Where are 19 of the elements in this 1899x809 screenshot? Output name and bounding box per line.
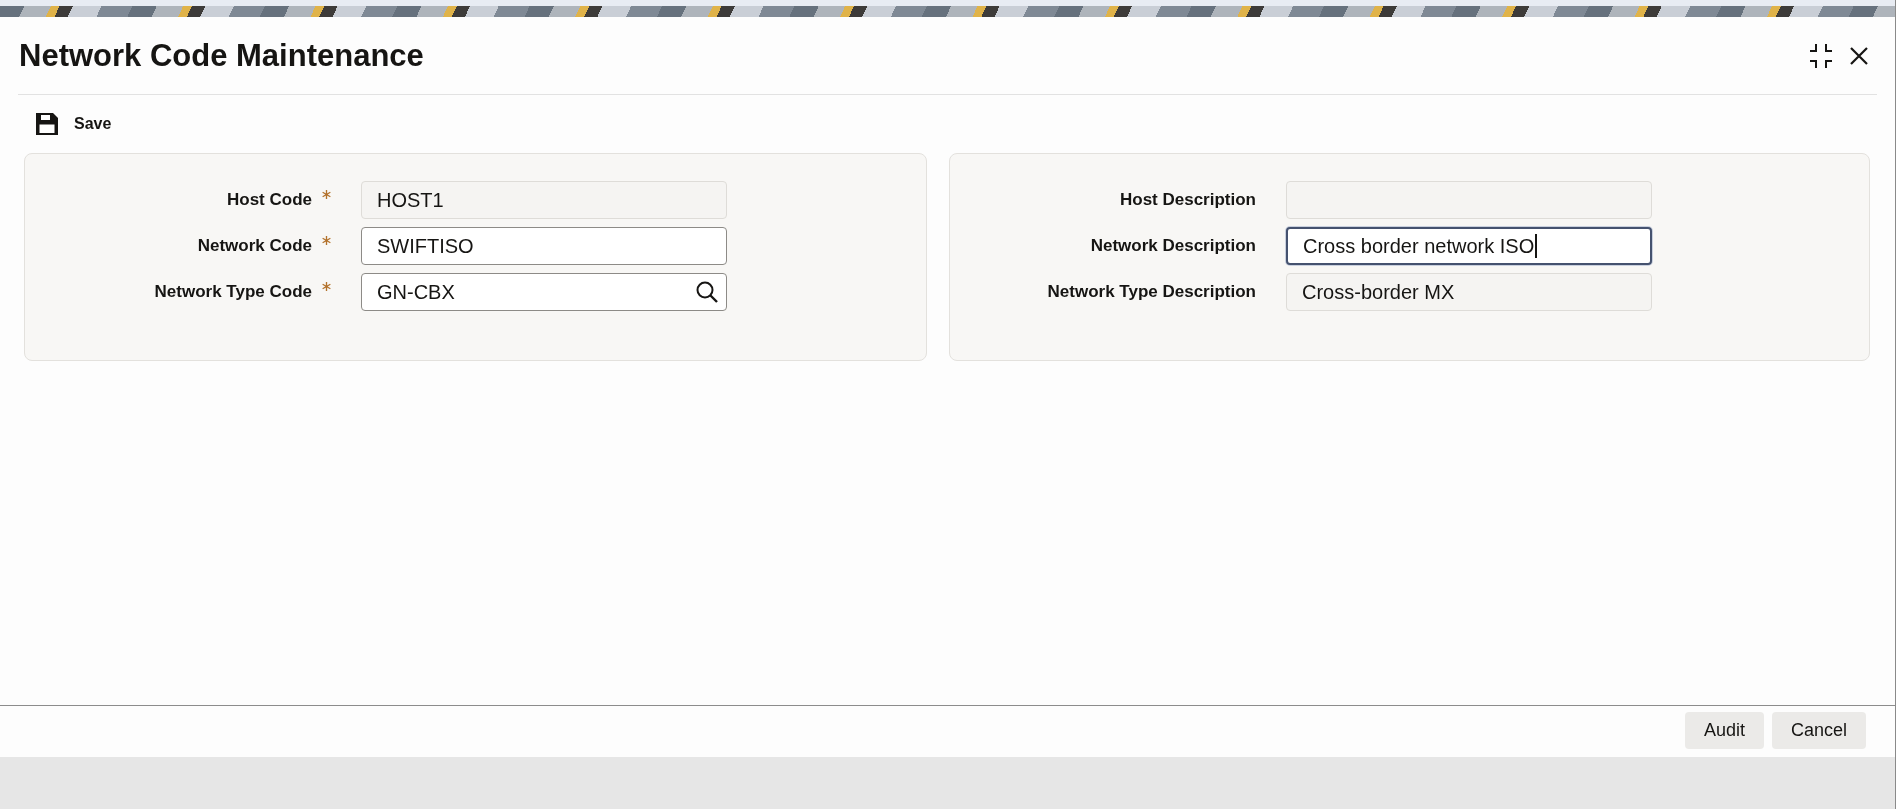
text-cursor-icon	[1535, 234, 1538, 258]
field-label: Network Description	[1090, 235, 1256, 258]
input-field[interactable]: GN-CBX	[361, 273, 727, 311]
field-label: Host Code	[227, 189, 312, 212]
cancel-button[interactable]: Cancel	[1771, 712, 1866, 749]
save-button[interactable]: Save	[35, 112, 112, 136]
input-field: Cross-border MX	[1286, 273, 1652, 311]
input-field[interactable]: Cross border network ISO	[1286, 227, 1652, 265]
field-label: Network Type Code	[154, 281, 312, 304]
input-field[interactable]: SWIFTISO	[361, 227, 727, 265]
field-label: Network Type Description	[1047, 281, 1256, 304]
close-icon[interactable]	[1850, 46, 1868, 65]
field-label: Host Description	[1119, 189, 1256, 212]
field-label: Network Code	[197, 235, 312, 258]
search-icon[interactable]	[696, 281, 718, 303]
audit-button[interactable]: Audit	[1684, 712, 1764, 749]
window-title: Network Code Maintenance	[19, 40, 424, 71]
input-field: HOST1	[361, 181, 727, 219]
collapse-icon[interactable]	[1807, 42, 1835, 69]
